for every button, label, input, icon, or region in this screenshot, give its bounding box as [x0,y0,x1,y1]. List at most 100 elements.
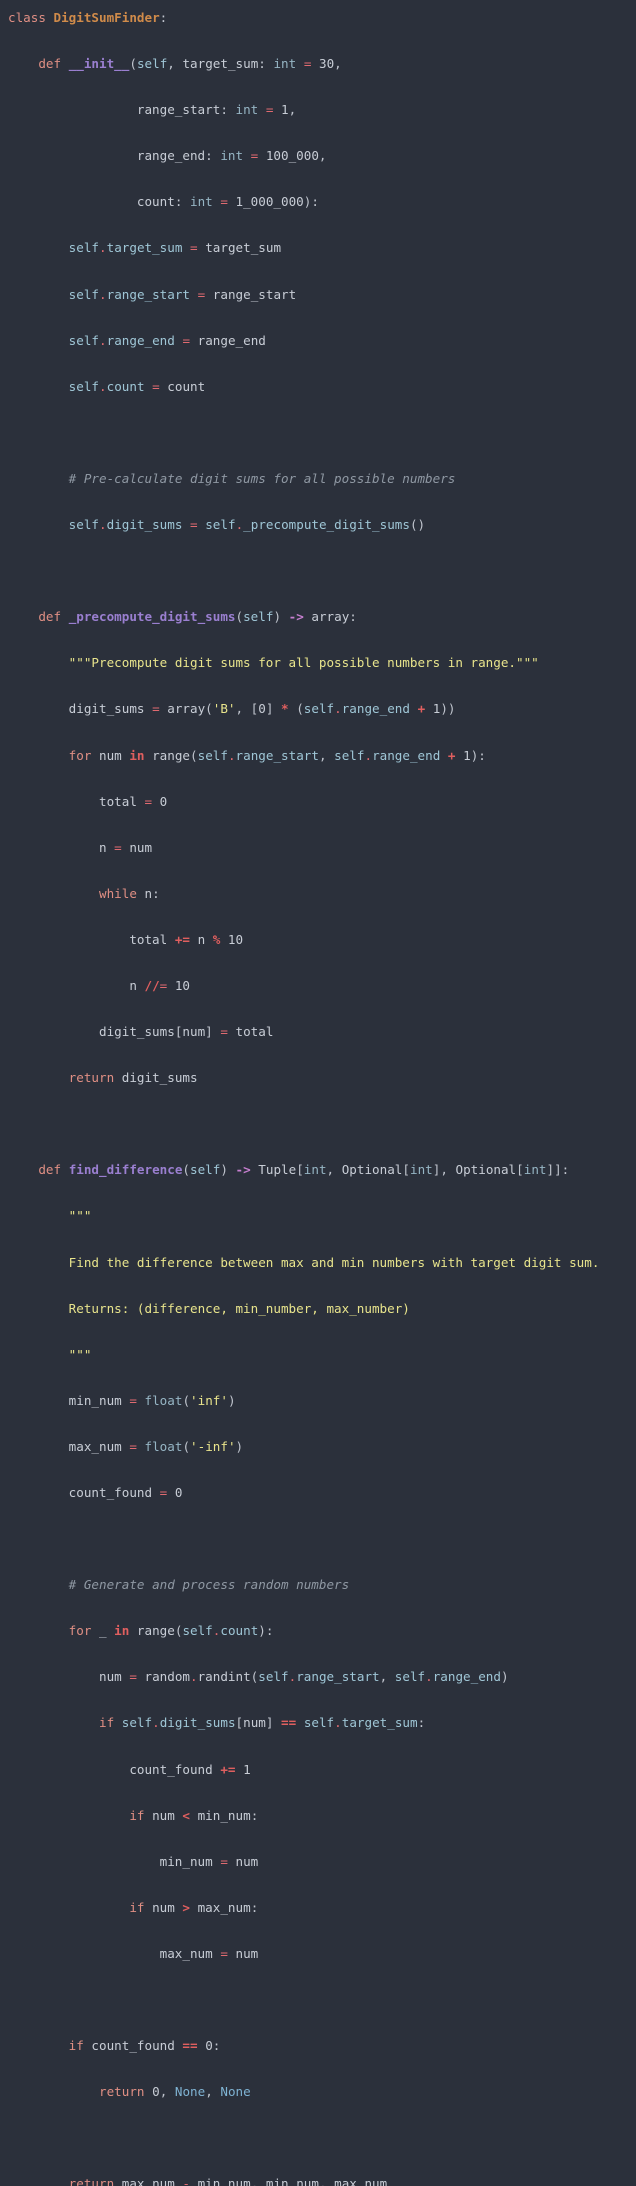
code-token: += [220,1761,236,1777]
code-token: -> [288,609,304,625]
code-token: . [364,747,373,763]
code-line: count_found += 1 [8,1758,636,1781]
code-line: def __init__(self, target_sum: int = 30, [8,52,636,75]
code-token: min_num [8,1853,221,1869]
code-line: Returns: (difference, min_number, max_nu… [8,1297,636,1320]
code-token: . [334,1715,342,1731]
code-token: in [129,747,145,763]
code-token: ): [470,747,486,763]
code-token: max_num [8,1945,221,1961]
code-token: , [159,2084,175,2100]
code-token: num [144,1807,183,1823]
code-token: self [121,1715,153,1731]
code-line: min_num = float('inf') [8,1389,636,1412]
code-token: range_start [8,102,221,118]
code-token: target_sum [106,240,183,256]
code-token: ( [250,1669,259,1685]
code-line: Find the difference between max and min … [8,1251,636,1274]
code-line: return digit_sums [8,1066,636,1089]
code-token: 0 [205,2038,213,2054]
code-token: . [99,286,107,302]
code-line: if num > max_num: [8,1896,636,1919]
code-token: ] [265,1715,282,1731]
code-token: . [99,332,107,348]
code-line: # Pre-calculate digit sums for all possi… [8,467,636,490]
code-token: count [8,194,175,210]
code-line: # Generate and process random numbers [8,1573,636,1596]
code-token: : [258,56,274,72]
code-line: digit_sums[num] = total [8,1020,636,1043]
code-token: , [334,56,342,72]
code-token: : [159,10,168,25]
code-line: n //= 10 [8,974,636,997]
python-source-code[interactable]: class DigitSumFinder: def __init__(self,… [8,6,636,2186]
code-token: target_sum [182,56,259,72]
code-token: digit_sums [114,1070,198,1086]
code-token: _precompute_digit_sums [68,609,236,625]
code-token: ( [182,1392,191,1408]
code-token: ( [174,1623,183,1639]
code-token: range_end [372,747,441,763]
code-token: int [189,194,213,210]
code-token: array [303,609,350,625]
code-token: ( [235,609,244,625]
code-token: num [91,747,130,763]
code-token: _ [91,1623,115,1639]
code-token: ) [227,1392,236,1408]
code-line: count_found = 0 [8,1481,636,1504]
code-token: max_num [190,1899,251,1915]
code-line: range_start: int = 1, [8,98,636,121]
code-line: if num < min_num: [8,1804,636,1827]
code-token: ] [205,1024,221,1040]
code-line: if count_found == 0: [8,2034,636,2057]
code-token: 0 [258,701,266,717]
code-token: . [190,1669,198,1685]
code-token: = [220,1024,228,1040]
code-token: = [190,240,198,256]
code-token: if [68,2038,84,2054]
code-token: Returns: (difference, min_number, max_nu… [68,1300,410,1316]
code-token: range [144,747,191,763]
code-token: , [ [235,701,259,717]
code-token: = [220,1853,228,1869]
code-token: self [68,240,100,256]
code-token: num [121,839,153,855]
code-token: ]]: [546,1162,570,1178]
code-token: int [235,102,259,118]
code-token: return [99,2084,145,2100]
code-line: range_end: int = 100_000, [8,144,636,167]
code-token: , [318,747,335,763]
code-token: - [182,2176,191,2186]
code-token: array [159,701,206,717]
code-token: : [205,148,221,164]
code-token: = [129,1392,137,1408]
code-token: DigitSumFinder [53,10,160,25]
code-token: . [152,1715,160,1731]
code-token: : [152,885,160,901]
code-token: , [250,2176,266,2186]
code-token: min_num [190,2176,251,2186]
code-token: if [129,1899,145,1915]
code-editor-surface[interactable]: class DigitSumFinder: def __init__(self,… [0,0,636,2186]
code-line: count: int = 1_000_000): [8,190,636,213]
code-token: : [220,102,236,118]
code-token: count [220,1623,259,1639]
code-token: range_start [106,286,191,302]
